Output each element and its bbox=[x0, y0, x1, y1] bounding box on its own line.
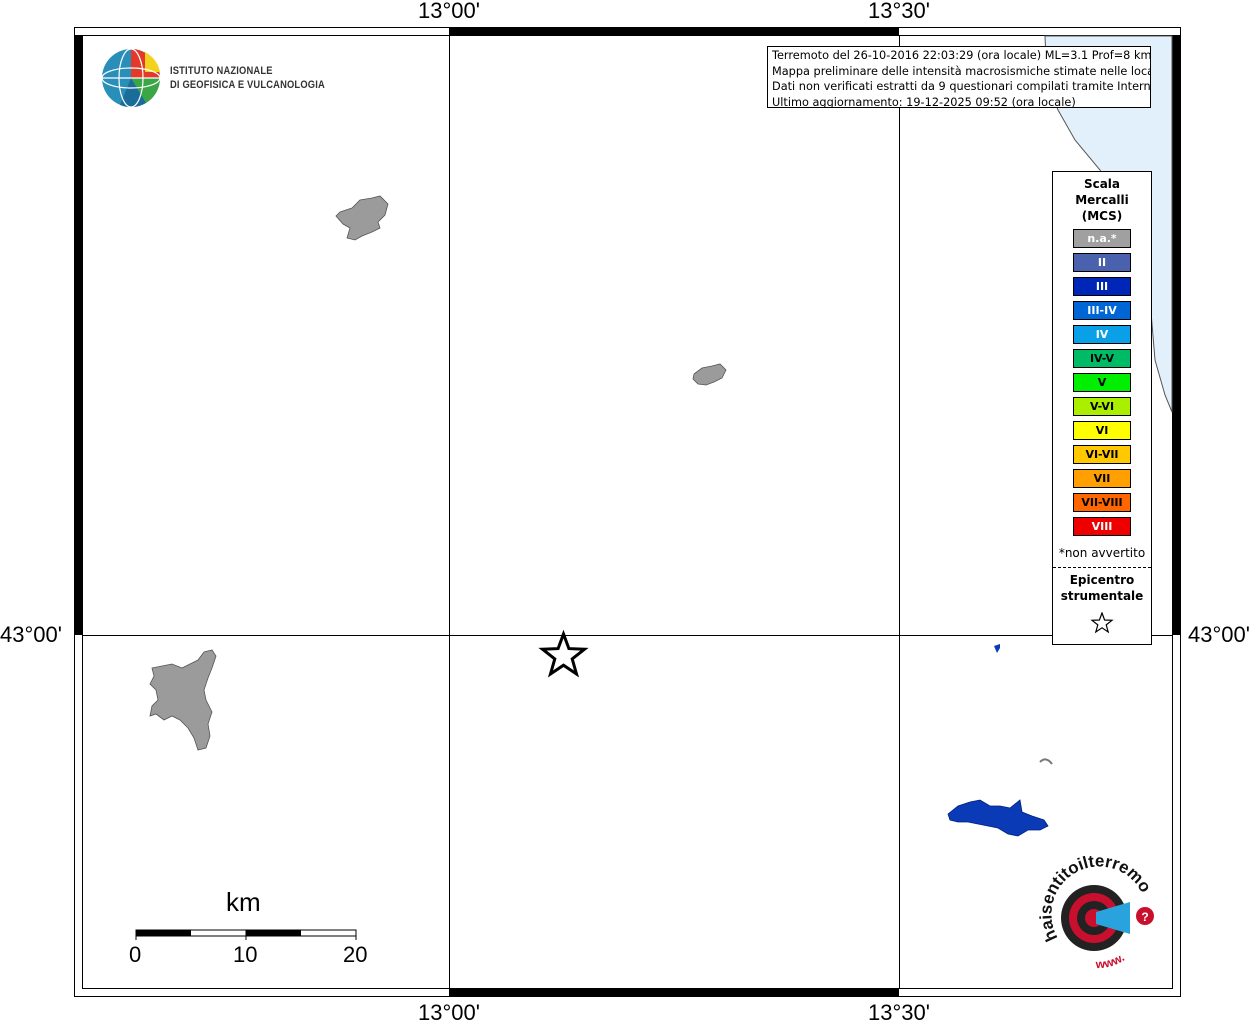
legend-item: n.a.* bbox=[1073, 229, 1131, 248]
scale-seg-3 bbox=[246, 930, 301, 936]
legend-item: VI-VII bbox=[1073, 445, 1131, 464]
badge-text-www: www. bbox=[1094, 950, 1126, 971]
lon-label-top-left: 13°00' bbox=[418, 0, 480, 23]
svg-text:www.: www. bbox=[1094, 950, 1126, 971]
town-area-3 bbox=[149, 649, 217, 751]
lon-label-top-right: 13°30' bbox=[868, 0, 930, 23]
lake-area bbox=[947, 799, 1049, 837]
legend-item: IV bbox=[1073, 325, 1131, 344]
frame-top-thick bbox=[449, 27, 899, 35]
legend-item: V bbox=[1073, 373, 1131, 392]
scale-label-10: 10 bbox=[233, 942, 258, 967]
legend-note: *non avvertito bbox=[1058, 546, 1146, 560]
frame-bottom-thick bbox=[449, 989, 899, 997]
legend-item: VI bbox=[1073, 421, 1131, 440]
frame-right-thick bbox=[1172, 35, 1180, 635]
scale-label-20: 20 bbox=[343, 942, 368, 967]
legend-item: VIII bbox=[1073, 517, 1131, 536]
info-line4: Ultimo aggiornamento: 19-12-2025 09:52 (… bbox=[772, 95, 1076, 108]
scale-unit: km bbox=[226, 887, 261, 917]
svg-text:haisentitoilterremoto.it: haisentitoilterremoto.it bbox=[1020, 850, 1155, 944]
epicenter-star bbox=[538, 629, 589, 678]
map-outer-frame bbox=[74, 27, 1181, 997]
legend-item: VII-VIII bbox=[1073, 493, 1131, 512]
scale-seg-1 bbox=[136, 930, 191, 936]
lon-label-bottom-right: 13°30' bbox=[868, 1000, 930, 1025]
lon-label-bottom-left: 13°00' bbox=[418, 1000, 480, 1025]
info-line1: Terremoto del 26-10-2016 22:03:29 (ora l… bbox=[772, 49, 1151, 62]
event-info-box: Terremoto del 26-10-2016 22:03:29 (ora l… bbox=[767, 46, 1151, 108]
legend-item: III-IV bbox=[1073, 301, 1131, 320]
legend-item: III bbox=[1073, 277, 1131, 296]
badge-text-main: haisentitoilterremoto.it bbox=[1020, 850, 1155, 944]
ingv-globe-logo bbox=[101, 48, 161, 108]
legend-epicenter-label: Epicentro strumentale bbox=[1060, 573, 1144, 603]
small-marker bbox=[1039, 758, 1053, 765]
frame-left-thick bbox=[74, 35, 82, 635]
map-inner-frame bbox=[82, 35, 1173, 989]
scale-label-0: 0 bbox=[129, 942, 142, 967]
badge-text-svg: haisentitoilterremoto.it www. bbox=[1020, 850, 1155, 971]
legend-item: V-VI bbox=[1073, 397, 1131, 416]
info-line3: Dati non verificati estratti da 9 questi… bbox=[772, 80, 1151, 93]
legend-item: II bbox=[1073, 253, 1131, 272]
lake-small bbox=[994, 644, 1000, 653]
legend-epicenter-star bbox=[1090, 612, 1114, 634]
institute-line1: ISTITUTO NAZIONALE bbox=[170, 65, 273, 77]
legend-item: VII bbox=[1073, 469, 1131, 488]
scale-bar bbox=[135, 929, 357, 940]
legend-title: Scala Mercalli (MCS) bbox=[1075, 177, 1129, 223]
lat-label-right: 43°00' bbox=[1188, 622, 1250, 647]
institute-line2: DI GEOFISICA E VULCANOLOGIA bbox=[170, 79, 325, 91]
town-area-1 bbox=[335, 195, 389, 241]
legend-separator bbox=[1053, 567, 1151, 568]
town-area-2 bbox=[692, 363, 727, 386]
lat-label-left: 43°00' bbox=[0, 622, 62, 647]
mcs-legend: Scala Mercalli (MCS) n.a.* II III III-IV IV I… bbox=[1052, 171, 1152, 645]
institute-name: ISTITUTO NAZIONALE DI GEOFISICA E VULCAN… bbox=[170, 64, 325, 92]
info-line2: Mappa preliminare delle intensità macros… bbox=[772, 64, 1151, 78]
legend-item: IV-V bbox=[1073, 349, 1131, 368]
